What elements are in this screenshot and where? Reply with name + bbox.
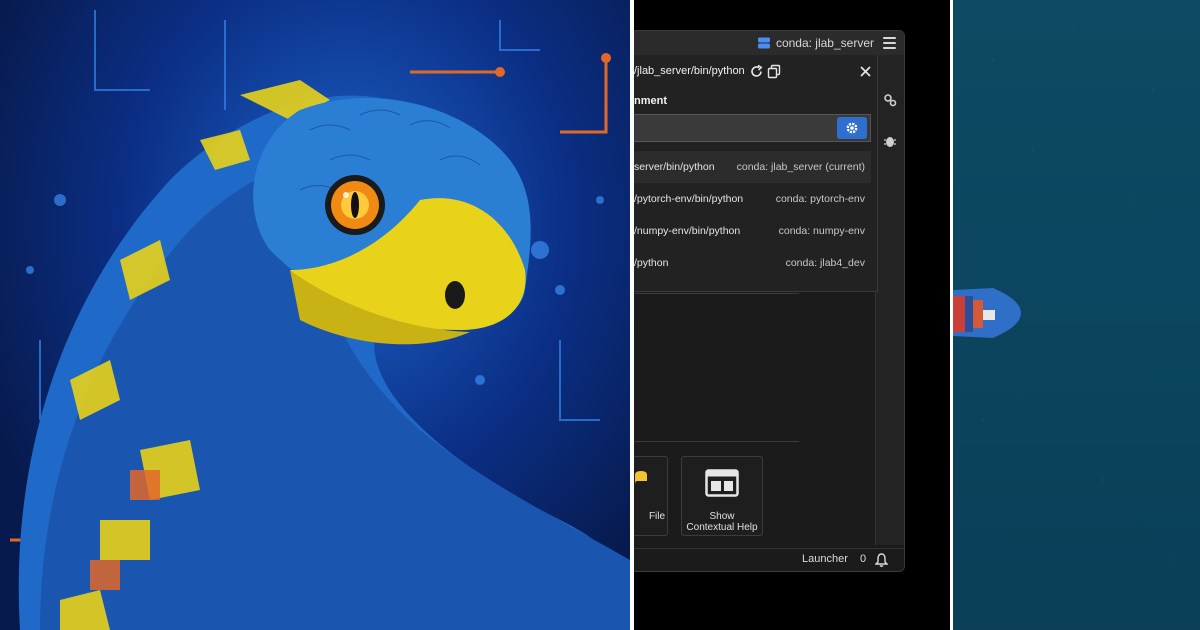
tile-label: Show [709,511,735,522]
interpreter-header: /jlab_server/bin/python [634,63,877,81]
tile-label: Contextual Help [686,522,758,533]
environment-name: conda: pytorch-env [775,193,865,205]
environment-name: conda: jlab4_dev [785,257,865,269]
environment-name: conda: numpy-env [778,225,865,237]
environment-item[interactable]: /numpy-env/bin/python conda: numpy-env [634,215,871,247]
launcher-tile-contextual-help[interactable]: Show Contextual Help [681,456,763,536]
environment-item[interactable]: /python conda: jlab4_dev [634,247,871,279]
settings-button[interactable] [837,117,867,139]
tile-label: File [648,511,666,522]
environment-name: conda: jlab_server (current) [736,161,865,173]
divider [634,293,799,294]
section-title: nment [634,95,667,107]
right-sidebar [875,55,904,545]
close-icon[interactable] [858,64,873,79]
notification-count: 0 [860,553,867,565]
status-bar: Launcher 0 [634,548,904,571]
bug-icon[interactable] [883,134,897,148]
kernel-status-button[interactable]: conda: jlab_server [757,36,874,50]
environment-item[interactable]: /pytorch-env/bin/python conda: pytorch-e… [634,183,871,215]
kernel-status-label: conda: jlab_server [775,36,874,50]
container-ship-image [953,28,1175,562]
snake-artwork [0,0,630,630]
environment-search [634,114,871,142]
contextual-help-icon [705,469,739,497]
environment-item[interactable]: server/bin/python conda: jlab_server (cu… [634,151,871,183]
ocean-aerial-photo [953,0,1200,630]
environment-path: /pytorch-env/bin/python [634,193,744,205]
environment-search-input[interactable] [634,115,846,141]
launcher-tile-file[interactable]: File [634,456,668,536]
environment-list: server/bin/python conda: jlab_server (cu… [634,151,871,279]
refresh-icon[interactable] [749,64,764,79]
interpreter-path: /jlab_server/bin/python [634,65,745,77]
python-logo-icon [635,471,647,485]
hamburger-icon[interactable] [883,37,896,49]
environment-path: server/bin/python [634,161,715,173]
title-bar: conda: jlab_server [634,31,904,56]
bell-icon[interactable] [875,553,888,567]
environment-path: /numpy-env/bin/python [634,225,741,237]
jupyterlab-screenshot: conda: jlab_server /jlab_server/bin/pyth… [634,0,950,630]
database-icon [757,37,770,49]
gears-icon[interactable] [883,93,897,107]
copy-icon[interactable] [767,64,782,79]
app-window: conda: jlab_server /jlab_server/bin/pyth… [634,30,905,572]
environment-path: /python [634,257,669,269]
gear-icon [846,122,858,134]
kernel-picker-popup: /jlab_server/bin/python nment server/bin… [634,55,878,292]
divider [634,441,799,442]
snake-illustration [10,10,630,630]
status-tab-label: Launcher [802,553,848,565]
